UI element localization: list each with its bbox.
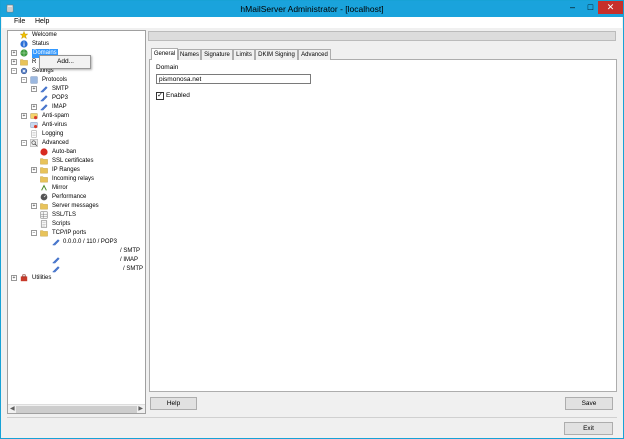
protocols-icon	[30, 76, 38, 84]
plug-icon	[40, 95, 48, 102]
gauge-icon	[40, 193, 48, 201]
grid-icon	[40, 211, 48, 219]
folder-icon	[40, 158, 48, 165]
tree-horizontal-scrollbar[interactable]: ◀ ▶	[8, 404, 145, 413]
expand-icon[interactable]: +	[11, 59, 17, 65]
expand-icon[interactable]: +	[11, 50, 17, 56]
context-menu-add[interactable]: Add...	[57, 58, 74, 65]
script-icon	[40, 220, 48, 228]
scroll-left-icon[interactable]: ◀	[10, 405, 15, 413]
collapse-icon[interactable]: −	[31, 230, 37, 236]
folder-icon	[40, 203, 48, 210]
toolbox-icon	[20, 274, 28, 282]
antivirus-icon	[30, 122, 38, 129]
expand-icon[interactable]: +	[31, 104, 37, 110]
close-button[interactable]: ✕	[598, 1, 623, 14]
tab-general[interactable]: General	[151, 48, 178, 60]
collapse-icon[interactable]: −	[21, 77, 27, 83]
domain-label: Domain	[156, 64, 179, 71]
main-window: hMailServer Administrator - [localhost] …	[0, 0, 624, 439]
plug-icon	[52, 266, 60, 273]
expand-icon[interactable]: +	[21, 113, 27, 119]
save-button[interactable]: Save	[565, 397, 613, 410]
expand-icon[interactable]: +	[31, 203, 37, 209]
antispam-icon	[30, 113, 38, 120]
mirror-icon	[41, 184, 47, 191]
folder-icon	[40, 167, 48, 174]
scrollbar-thumb[interactable]	[16, 406, 137, 413]
enabled-label: Enabled	[166, 92, 190, 99]
tab-panel-general	[149, 59, 617, 392]
collapse-icon[interactable]: −	[11, 68, 17, 74]
folder-icon	[40, 230, 48, 237]
context-menu: Add...	[39, 55, 91, 69]
tab-limits[interactable]: Limits	[233, 49, 255, 60]
expand-icon[interactable]: +	[31, 86, 37, 92]
header-band	[148, 31, 616, 41]
star-icon	[20, 31, 28, 39]
menu-file[interactable]: File	[14, 18, 25, 25]
menu-help[interactable]: Help	[35, 18, 49, 25]
plug-icon	[40, 86, 48, 93]
settings-icon	[20, 67, 28, 75]
title-bar: hMailServer Administrator - [localhost] …	[1, 1, 623, 17]
globe-icon	[20, 49, 28, 57]
folder-icon	[40, 176, 48, 183]
collapse-icon[interactable]: −	[21, 140, 27, 146]
tab-signature[interactable]: Signature	[201, 49, 233, 60]
plug-icon	[52, 239, 60, 246]
exit-button[interactable]: Exit	[564, 422, 613, 435]
expand-icon[interactable]: +	[31, 167, 37, 173]
enabled-checkbox[interactable]: ✓	[156, 92, 164, 100]
maximize-button[interactable]: □	[582, 1, 599, 14]
magnifier-icon	[30, 139, 38, 147]
navigation-tree[interactable]: Welcome Status + Domains + R − Settings …	[7, 30, 146, 414]
expand-icon[interactable]: +	[11, 275, 17, 281]
window-title: hMailServer Administrator - [localhost]	[240, 4, 384, 14]
menu-bar: File Help	[2, 17, 622, 28]
scroll-right-icon[interactable]: ▶	[138, 405, 143, 413]
log-icon	[31, 130, 37, 138]
help-button[interactable]: Help	[150, 397, 197, 410]
tab-dkim-signing[interactable]: DKIM Signing	[255, 49, 298, 60]
stop-icon	[40, 148, 48, 156]
divider	[7, 417, 617, 418]
minimize-button[interactable]: –	[564, 1, 581, 14]
tab-advanced[interactable]: Advanced	[298, 49, 331, 60]
folder-icon	[20, 59, 28, 66]
tab-names[interactable]: Names	[178, 49, 201, 60]
plug-icon	[40, 104, 48, 111]
info-icon	[20, 40, 28, 48]
domain-input[interactable]	[156, 74, 311, 84]
plug-icon	[52, 257, 60, 264]
